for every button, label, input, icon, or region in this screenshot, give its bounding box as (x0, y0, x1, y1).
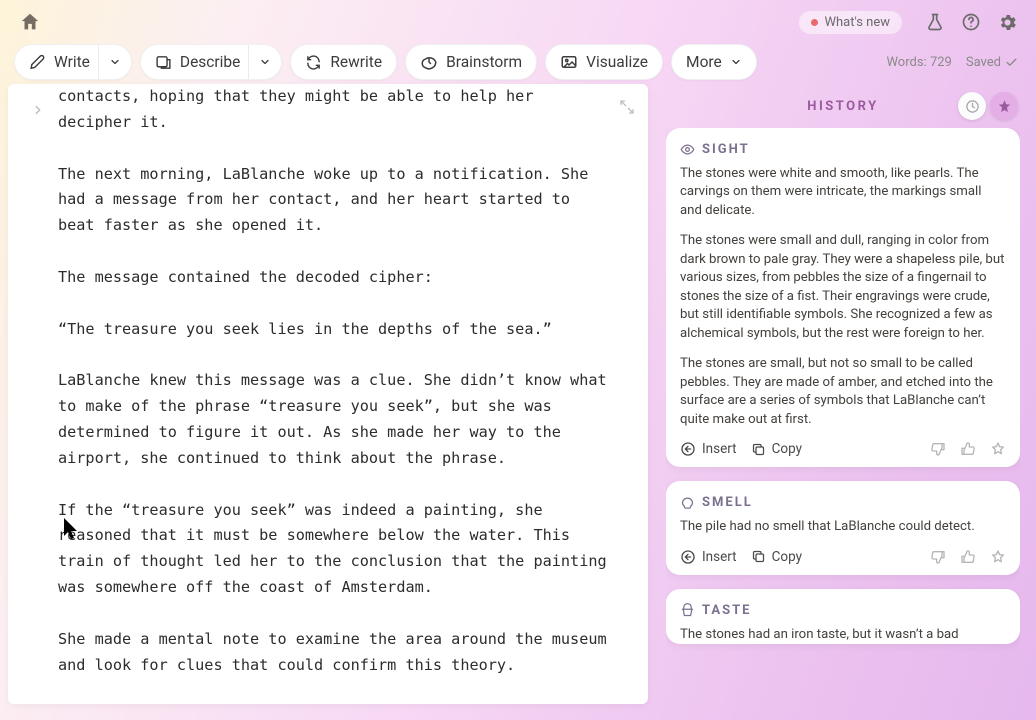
brainstorm-icon (420, 53, 438, 71)
copy-icon (751, 549, 766, 564)
sight-paragraph: The stones were small and dull, ranging … (680, 232, 1006, 343)
clock-icon (965, 99, 980, 114)
taste-icon (680, 603, 695, 618)
card-taste-title: TASTE (680, 603, 1006, 618)
star-outline-icon (990, 441, 1006, 457)
star-button[interactable] (990, 441, 1006, 457)
home-icon (19, 11, 41, 33)
describe-icon (155, 54, 172, 71)
top-bar: What's new (0, 0, 1036, 44)
main-area: contacts, hoping that they might be able… (0, 84, 1036, 720)
rewrite-label: Rewrite (330, 53, 382, 71)
card-sight-body: The stones were white and smooth, like p… (680, 165, 1006, 429)
thumbs-up-button[interactable] (960, 441, 976, 457)
visualize-icon (560, 53, 578, 71)
status-meta: Words: 729 Saved (886, 55, 1022, 70)
card-sight-title: SIGHT (680, 142, 1006, 157)
card-smell-title: SMELL (680, 495, 1006, 510)
history-body: SIGHT The stones were white and smooth, … (666, 128, 1020, 704)
sight-paragraph: The stones were white and smooth, like p… (680, 165, 1006, 220)
write-button[interactable]: Write (14, 44, 132, 80)
write-label: Write (54, 53, 90, 71)
expand-sidebar-button[interactable] (28, 100, 48, 120)
more-button[interactable]: More (671, 44, 757, 80)
check-icon (1005, 56, 1018, 69)
visualize-label: Visualize (586, 53, 648, 71)
card-taste-body: The stones had an iron taste, but it was… (680, 626, 1006, 644)
copy-icon (751, 442, 766, 457)
smell-paragraph: The pile had no smell that LaBlanche cou… (680, 518, 1006, 536)
card-smell-actions: Insert Copy (680, 549, 1006, 565)
help-icon (961, 12, 981, 32)
settings-button[interactable] (992, 7, 1022, 37)
thumbs-up-button[interactable] (960, 549, 976, 565)
star-button[interactable] (990, 549, 1006, 565)
history-clock-button[interactable] (958, 92, 986, 120)
flask-icon (925, 12, 945, 32)
star-outline-icon (990, 549, 1006, 565)
thumbs-down-button[interactable] (930, 441, 946, 457)
chevron-right-icon (31, 103, 45, 117)
resize-handle[interactable] (616, 96, 638, 118)
thumbs-up-icon (960, 549, 976, 565)
expand-icon (619, 99, 635, 115)
whats-new-label: What's new (824, 15, 890, 30)
brainstorm-button[interactable]: Brainstorm (405, 44, 537, 80)
card-smell: SMELL The pile had no smell that LaBlanc… (666, 481, 1020, 574)
more-label: More (686, 53, 722, 71)
gear-icon (997, 12, 1018, 33)
chevron-down-icon (730, 56, 742, 68)
visualize-button[interactable]: Visualize (545, 44, 663, 80)
history-title: HISTORY (807, 99, 878, 114)
thumbs-up-icon (960, 441, 976, 457)
brainstorm-label: Brainstorm (446, 53, 522, 71)
eye-icon (680, 142, 695, 157)
chevron-down-icon (109, 56, 121, 68)
star-icon (997, 99, 1012, 114)
describe-button[interactable]: Describe (140, 44, 282, 80)
lab-button[interactable] (920, 7, 950, 37)
copy-button[interactable]: Copy (751, 441, 802, 457)
describe-dropdown[interactable] (248, 45, 281, 79)
card-taste: TASTE The stones had an iron taste, but … (666, 589, 1020, 644)
editor[interactable]: contacts, hoping that they might be able… (8, 84, 648, 704)
card-smell-body: The pile had no smell that LaBlanche cou… (680, 518, 1006, 536)
saved-status: Saved (966, 55, 1018, 70)
insert-button[interactable]: Insert (680, 549, 737, 565)
history-panel: HISTORY SIGHT The stones were white and … (666, 84, 1020, 704)
describe-label: Describe (180, 53, 240, 71)
toolbar: Write Describe Rewrite Brainstorm Visual… (0, 44, 1036, 84)
history-star-button[interactable] (990, 92, 1018, 120)
help-button[interactable] (956, 7, 986, 37)
thumbs-down-button[interactable] (930, 549, 946, 565)
insert-button[interactable]: Insert (680, 441, 737, 457)
copy-button[interactable]: Copy (751, 549, 802, 565)
whats-new-button[interactable]: What's new (799, 11, 902, 34)
thumbs-down-icon (930, 549, 946, 565)
thumbs-down-icon (930, 441, 946, 457)
chevron-down-icon (259, 56, 271, 68)
rewrite-icon (305, 54, 322, 71)
insert-icon (680, 441, 696, 457)
document-text[interactable]: contacts, hoping that they might be able… (58, 84, 608, 678)
card-sight-actions: Insert Copy (680, 441, 1006, 457)
sight-paragraph: The stones are small, but not so small t… (680, 355, 1006, 429)
notification-dot-icon (811, 19, 818, 26)
smell-icon (680, 495, 695, 510)
pen-icon (29, 54, 46, 71)
card-sight: SIGHT The stones were white and smooth, … (666, 128, 1020, 467)
home-button[interactable] (14, 6, 46, 38)
history-header: HISTORY (666, 84, 1020, 128)
insert-icon (680, 549, 696, 565)
write-dropdown[interactable] (98, 45, 131, 79)
rewrite-button[interactable]: Rewrite (290, 44, 397, 80)
word-count: Words: 729 (886, 55, 951, 70)
